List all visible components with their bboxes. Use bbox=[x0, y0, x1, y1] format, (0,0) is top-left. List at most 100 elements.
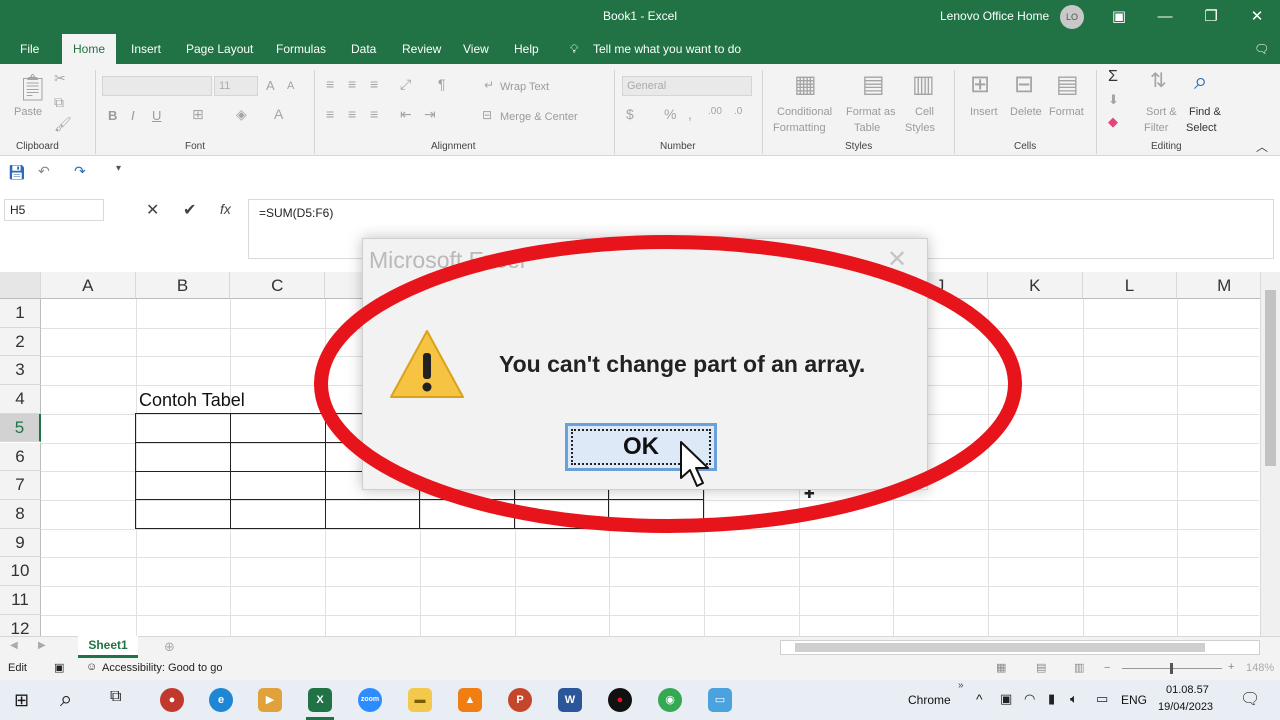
decrease-decimal-icon[interactable]: .0 bbox=[734, 106, 742, 117]
wrap-text-icon[interactable]: ↵ bbox=[484, 78, 494, 92]
conditional-formatting-label-1[interactable]: Conditional bbox=[777, 104, 832, 120]
save-icon[interactable]: 💾︎ bbox=[8, 164, 26, 181]
tab-home[interactable]: Home bbox=[62, 34, 117, 64]
recorder-app-icon[interactable]: ● bbox=[160, 688, 184, 712]
column-header-l[interactable]: L bbox=[1082, 272, 1178, 299]
sort-filter-label-1[interactable]: Sort & bbox=[1146, 104, 1177, 120]
sheet-tab-sheet1[interactable]: Sheet1 bbox=[78, 636, 138, 658]
merge-center-button[interactable]: Merge & Center bbox=[500, 109, 578, 125]
remote-desktop-icon[interactable]: ▭ bbox=[708, 688, 732, 712]
chrome-tray-label[interactable]: Chrome bbox=[908, 693, 951, 707]
column-header-a[interactable]: A bbox=[41, 272, 136, 299]
normal-view-icon[interactable]: ▦ bbox=[996, 661, 1006, 674]
increase-indent-icon[interactable]: ⇥ bbox=[424, 106, 436, 123]
find-select-label-2[interactable]: Select bbox=[1186, 120, 1217, 136]
fill-color-icon[interactable]: ◈ bbox=[236, 106, 247, 123]
find-select-icon[interactable]: ⌕ bbox=[1194, 68, 1207, 96]
align-bottom-icon[interactable]: ≡ bbox=[370, 76, 378, 92]
row-header-9[interactable]: 9 bbox=[0, 528, 41, 558]
column-header-k[interactable]: K bbox=[988, 272, 1083, 299]
grow-font-icon[interactable]: A bbox=[266, 78, 275, 93]
new-sheet-icon[interactable]: ⊕ bbox=[164, 639, 175, 655]
fill-icon[interactable]: ⬇ bbox=[1108, 92, 1119, 108]
zoom-app-icon[interactable]: zoom bbox=[358, 688, 382, 712]
tab-review[interactable]: Review bbox=[394, 34, 449, 64]
zoom-level[interactable]: 148% bbox=[1246, 662, 1274, 674]
row-header-7[interactable]: 7 bbox=[0, 471, 41, 500]
align-right-icon[interactable]: ≡ bbox=[370, 106, 378, 122]
horizontal-scroll-thumb[interactable] bbox=[795, 643, 1205, 652]
show-hidden-icons-icon[interactable]: ^ bbox=[976, 691, 983, 707]
vlc-icon[interactable]: ▲ bbox=[458, 688, 482, 712]
insert-cells-icon[interactable]: ⊞ bbox=[970, 70, 990, 99]
format-as-table-label-1[interactable]: Format as bbox=[846, 104, 896, 120]
merge-icon[interactable]: ⊟ bbox=[482, 108, 492, 122]
column-header-b[interactable]: B bbox=[135, 272, 231, 299]
select-all-corner[interactable] bbox=[0, 272, 41, 299]
increase-decimal-icon[interactable]: .00 bbox=[708, 106, 722, 117]
format-as-table-icon[interactable]: ▤ bbox=[862, 70, 885, 99]
shrink-font-icon[interactable]: A bbox=[287, 80, 294, 92]
screen-recorder-icon[interactable]: ● bbox=[608, 688, 632, 712]
format-as-table-label-2[interactable]: Table bbox=[854, 120, 880, 136]
task-view-icon[interactable]: ⧉ bbox=[110, 688, 121, 706]
column-header-c[interactable]: C bbox=[230, 272, 326, 299]
restore-button[interactable]: ❐ bbox=[1200, 6, 1222, 28]
row-header-8[interactable]: 8 bbox=[0, 499, 41, 529]
chrome-icon[interactable]: ◉ bbox=[658, 688, 682, 712]
clock-date[interactable]: 19/04/2023 bbox=[1158, 701, 1213, 713]
column-header-m[interactable]: M bbox=[1177, 272, 1273, 299]
volume-icon[interactable]: 🔈︎ bbox=[1070, 691, 1078, 707]
cell-b4[interactable]: Contoh Tabel bbox=[139, 390, 245, 411]
ribbon-display-icon[interactable]: ▣ bbox=[1108, 6, 1130, 28]
vertical-scrollbar[interactable] bbox=[1260, 272, 1280, 636]
orientation-icon[interactable]: ⤢ bbox=[400, 76, 411, 93]
enter-icon[interactable]: ✔ bbox=[183, 200, 196, 220]
align-left-icon[interactable]: ≡ bbox=[326, 106, 334, 122]
page-break-view-icon[interactable]: ▥ bbox=[1074, 661, 1084, 674]
percent-icon[interactable]: % bbox=[664, 106, 676, 122]
tab-page-layout[interactable]: Page Layout bbox=[178, 34, 261, 64]
align-middle-icon[interactable]: ≡ bbox=[348, 76, 356, 92]
number-format-box[interactable]: General bbox=[622, 76, 752, 96]
dialog-close-icon[interactable]: ✕ bbox=[887, 245, 907, 274]
chevron-up-icon[interactable]: » bbox=[958, 680, 964, 691]
prev-sheet-icon[interactable]: ◀ bbox=[10, 640, 18, 651]
tell-me-search[interactable]: Tell me what you want to do bbox=[585, 34, 749, 64]
minimize-button[interactable]: — bbox=[1154, 6, 1176, 28]
tab-insert[interactable]: Insert bbox=[123, 34, 169, 64]
conditional-formatting-label-2[interactable]: Formatting bbox=[773, 120, 826, 136]
borders-icon[interactable]: ⊞ bbox=[192, 106, 204, 123]
sort-filter-icon[interactable]: ⇅ bbox=[1150, 68, 1167, 93]
zoom-out-icon[interactable]: − bbox=[1104, 662, 1110, 674]
battery-icon[interactable]: ▭ bbox=[1096, 691, 1108, 707]
search-icon[interactable]: ⌕ bbox=[60, 686, 72, 712]
account-name[interactable]: Lenovo Office Home bbox=[940, 9, 1049, 23]
page-layout-view-icon[interactable]: ▤ bbox=[1036, 661, 1046, 674]
tab-file[interactable]: File bbox=[12, 34, 47, 64]
zoom-slider-thumb[interactable] bbox=[1170, 663, 1173, 674]
italic-button[interactable]: I bbox=[131, 108, 135, 124]
avatar[interactable]: LO bbox=[1060, 5, 1084, 29]
paste-icon[interactable]: 📋︎ bbox=[16, 72, 49, 103]
delete-cells-icon[interactable]: ⊟ bbox=[1014, 70, 1034, 99]
comma-icon[interactable]: , bbox=[688, 106, 692, 122]
row-header-12[interactable]: 12 bbox=[0, 614, 41, 636]
tab-formulas[interactable]: Formulas bbox=[268, 34, 334, 64]
rtl-icon[interactable]: ¶ bbox=[438, 76, 446, 92]
row-header-3[interactable]: 3 bbox=[0, 356, 41, 386]
language-indicator[interactable]: ENG bbox=[1121, 693, 1147, 707]
device-icon[interactable]: ▣ bbox=[1000, 691, 1012, 707]
accounting-icon[interactable]: $ bbox=[626, 106, 634, 122]
format-painter-icon[interactable]: 🖌︎ bbox=[54, 116, 72, 133]
find-select-label-1[interactable]: Find & bbox=[1189, 104, 1221, 120]
wrap-text-button[interactable]: Wrap Text bbox=[500, 79, 549, 95]
cell-styles-label-1[interactable]: Cell bbox=[915, 104, 934, 120]
macro-icon[interactable]: ▣ bbox=[54, 661, 64, 674]
paste-label[interactable]: Paste bbox=[14, 104, 42, 120]
horizontal-scrollbar[interactable] bbox=[780, 640, 1260, 655]
delete-cells-button[interactable]: Delete bbox=[1010, 104, 1042, 120]
clock-time[interactable]: 01.08.57 bbox=[1166, 684, 1209, 696]
insert-function-icon[interactable]: fx bbox=[220, 201, 231, 217]
tab-help[interactable]: Help bbox=[506, 34, 547, 64]
